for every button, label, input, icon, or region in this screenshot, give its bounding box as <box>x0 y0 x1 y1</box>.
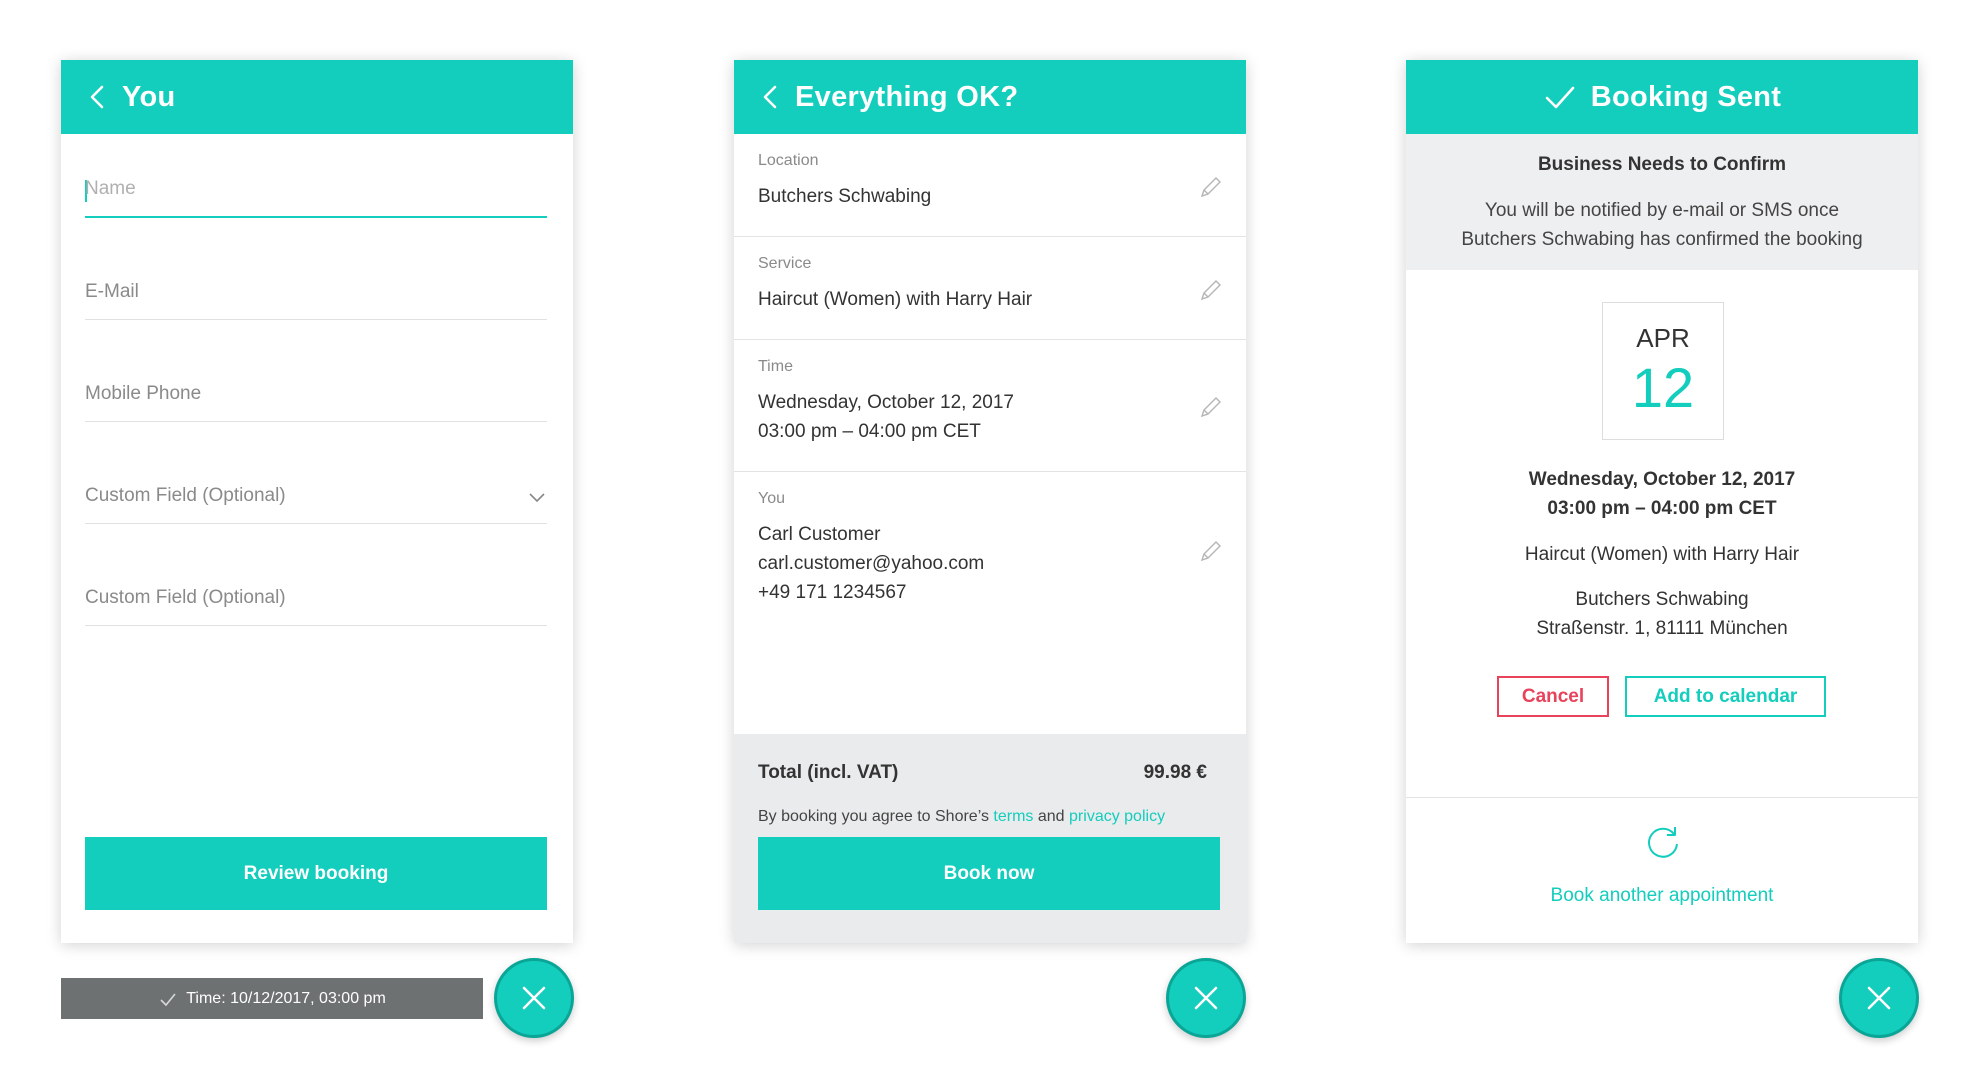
booking-sent-title: Booking Sent <box>1590 81 1782 113</box>
close-icon <box>522 986 546 1010</box>
pencil-icon[interactable] <box>1198 174 1224 200</box>
calendar-date-badge: APR 12 <box>1602 302 1724 440</box>
chevron-down-icon <box>529 493 545 503</box>
custom-field-placeholder-2: Custom Field (Optional) <box>85 587 286 608</box>
you-label: You <box>758 490 785 507</box>
custom-field-select[interactable]: Custom Field (Optional) <box>85 466 547 524</box>
time-range: 03:00 pm – 04:00 pm CET <box>758 421 981 442</box>
refresh-icon[interactable] <box>1642 822 1684 864</box>
close-button[interactable] <box>494 958 574 1038</box>
contact-panel: You Name E-Mail Mobile Phone Custom Fiel… <box>61 60 573 943</box>
review-header: Everything OK? <box>734 60 1246 134</box>
review-panel: Everything OK? Location Butchers Schwabi… <box>734 60 1246 943</box>
phone-placeholder: Mobile Phone <box>85 383 202 404</box>
close-button[interactable] <box>1839 958 1919 1038</box>
book-now-button[interactable]: Book now <box>758 837 1220 910</box>
calendar-day: 12 <box>1631 356 1695 419</box>
pencil-icon[interactable] <box>1198 394 1224 420</box>
confirmation-notice: Business Needs to Confirm You will be no… <box>1406 134 1918 270</box>
email-field[interactable]: E-Mail <box>85 262 547 320</box>
booking-date: Wednesday, October 12, 2017 <box>1528 469 1796 490</box>
service-label: Service <box>758 255 812 272</box>
check-icon <box>160 992 176 1006</box>
custom-field-placeholder: Custom Field (Optional) <box>85 485 286 506</box>
notice-line-2: Butchers Schwabing has confirmed the boo… <box>1461 229 1863 250</box>
pencil-icon[interactable] <box>1198 277 1224 303</box>
terms-notice: By booking you agree to Shore’s terms an… <box>758 808 1165 826</box>
back-arrow-icon[interactable] <box>83 82 113 112</box>
total-price: 99.98 € <box>1143 762 1207 783</box>
time-toast: Time: 10/12/2017, 03:00 pm <box>61 978 483 1019</box>
calendar-month: APR <box>1636 323 1690 353</box>
contact-title: You <box>122 81 176 113</box>
check-icon <box>1545 86 1575 109</box>
total-section: Total (incl. VAT) 99.98 € By booking you… <box>734 734 1246 943</box>
toast-text: Time: 10/12/2017, 03:00 pm <box>186 989 386 1007</box>
back-arrow-icon[interactable] <box>756 82 786 112</box>
close-button[interactable] <box>1166 958 1246 1038</box>
book-another-link[interactable]: Book another appointment <box>1406 885 1918 907</box>
divider <box>1406 797 1918 798</box>
booking-sent-header: Booking Sent <box>1406 60 1918 134</box>
phone-field[interactable]: Mobile Phone <box>85 364 547 422</box>
time-date: Wednesday, October 12, 2017 <box>758 392 1014 413</box>
name-field[interactable]: Name <box>85 160 547 218</box>
booking-sent-panel: Booking Sent Business Needs to Confirm Y… <box>1406 60 1918 943</box>
contact-header: You <box>61 60 573 134</box>
close-icon <box>1867 986 1891 1010</box>
booking-location-address: Straßenstr. 1, 81111 München <box>1536 618 1788 639</box>
you-row[interactable]: You Carl Customer carl.customer@yahoo.co… <box>734 472 1246 734</box>
you-phone: +49 171 1234567 <box>758 582 907 603</box>
custom-field-text[interactable]: Custom Field (Optional) <box>85 568 547 626</box>
location-label: Location <box>758 152 819 169</box>
you-email: carl.customer@yahoo.com <box>758 553 985 574</box>
terms-link[interactable]: terms <box>993 808 1033 825</box>
name-placeholder: Name <box>85 178 136 199</box>
privacy-policy-link[interactable]: privacy policy <box>1069 808 1165 825</box>
email-placeholder: E-Mail <box>85 281 139 302</box>
booking-location-name: Butchers Schwabing <box>1575 589 1749 610</box>
booking-time: 03:00 pm – 04:00 pm CET <box>1547 498 1777 519</box>
location-value: Butchers Schwabing <box>758 186 932 207</box>
service-value: Haircut (Women) with Harry Hair <box>758 289 1033 310</box>
notice-title: Business Needs to Confirm <box>1537 154 1787 175</box>
pencil-icon[interactable] <box>1198 538 1224 564</box>
total-label: Total (incl. VAT) <box>758 762 899 783</box>
review-title: Everything OK? <box>795 81 1019 113</box>
close-icon <box>1194 986 1218 1010</box>
location-row[interactable]: Location Butchers Schwabing <box>734 134 1246 237</box>
time-label: Time <box>758 358 793 375</box>
notice-body: You will be notified by e-mail or SMS on… <box>1406 196 1918 254</box>
agree-and: and <box>1037 808 1065 825</box>
service-row[interactable]: Service Haircut (Women) with Harry Hair <box>734 237 1246 340</box>
notice-line-1: You will be notified by e-mail or SMS on… <box>1484 200 1840 221</box>
booking-service: Haircut (Women) with Harry Hair <box>1524 544 1800 565</box>
time-row[interactable]: Time Wednesday, October 12, 2017 03:00 p… <box>734 340 1246 472</box>
cancel-button[interactable]: Cancel <box>1497 676 1609 717</box>
you-name: Carl Customer <box>758 524 881 545</box>
add-to-calendar-button[interactable]: Add to calendar <box>1625 676 1826 717</box>
review-booking-button[interactable]: Review booking <box>85 837 547 910</box>
agree-prefix: By booking you agree to Shore’s <box>758 808 989 825</box>
